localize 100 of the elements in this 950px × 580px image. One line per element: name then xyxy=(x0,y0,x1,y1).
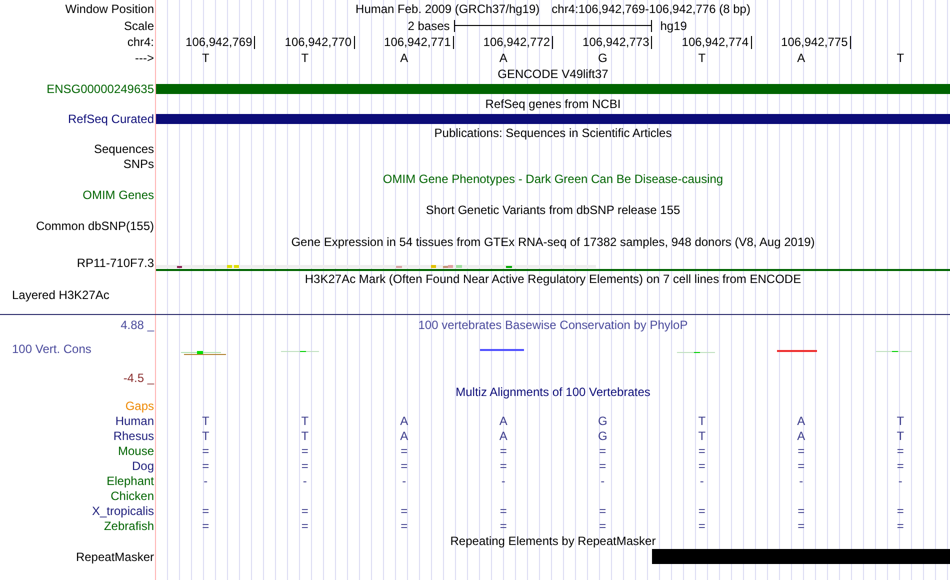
alignment-base: = xyxy=(500,460,507,472)
base-letter: A xyxy=(400,52,408,64)
alignment-base: T xyxy=(202,414,210,426)
ruler-tick xyxy=(552,36,553,48)
track-title: Publications: Sequences in Scientific Articles xyxy=(434,127,672,139)
track-label[interactable]: SNPs xyxy=(123,158,154,170)
axis-max-label: 4.88 _ xyxy=(120,319,154,331)
alignment-base: = xyxy=(500,444,507,456)
row-label: ---> xyxy=(135,52,154,64)
base-letter: T xyxy=(698,52,706,64)
row-label: Scale xyxy=(124,20,154,32)
alignment-base: = xyxy=(896,460,904,472)
alignment-base: = xyxy=(202,444,210,456)
alignment-base: = xyxy=(400,444,408,456)
base-letter: T xyxy=(202,52,210,64)
track-title: GENCODE V49lift37 xyxy=(498,68,608,80)
species-label[interactable]: Dog xyxy=(132,460,154,472)
ruler-tick xyxy=(452,36,454,48)
alignment-base: = xyxy=(301,520,308,532)
alignment-base: = xyxy=(698,444,706,456)
alignment-base: - xyxy=(501,474,506,486)
alignment-base: T xyxy=(896,414,904,426)
ruler-label: 106,942,772 xyxy=(483,36,550,48)
track-title: H3K27Ac Mark (Often Found Near Active Regulatory Elements) on 7 cell lines from ENCODE xyxy=(304,273,802,285)
repeat-block[interactable] xyxy=(850,549,950,564)
alignment-base: T xyxy=(301,430,309,442)
alignment-base: = xyxy=(896,504,904,516)
track-label[interactable]: Sequences xyxy=(94,142,154,154)
ruler-tick xyxy=(750,36,752,48)
alignment-base: = xyxy=(896,520,904,532)
position-title: chr4:106,942,769-106,942,776 (8 bp) xyxy=(552,2,750,14)
alignment-base: = xyxy=(798,504,805,516)
track-label[interactable]: Common dbSNP(155) xyxy=(36,220,154,232)
ruler-tick xyxy=(254,36,256,48)
alignment-base: G xyxy=(598,414,608,426)
alignment-base: = xyxy=(500,520,507,532)
alignment-base: = xyxy=(500,504,507,516)
ruler-label: 106,942,773 xyxy=(582,36,650,48)
track-label[interactable]: 100 Vert. Cons xyxy=(12,343,92,355)
alignment-base: - xyxy=(402,474,406,486)
row-label: Window Position xyxy=(65,2,154,14)
track-title: 100 vertebrates Basewise Conservation by PhyloP xyxy=(418,319,688,331)
ruler-label: 106,942,771 xyxy=(384,36,451,48)
species-label[interactable]: Human xyxy=(115,414,154,426)
alignment-base: = xyxy=(798,460,805,472)
alignment-base: A xyxy=(400,414,408,426)
alignment-base: - xyxy=(898,474,902,486)
alignment-base: = xyxy=(798,444,805,456)
track-label[interactable]: Layered H3K27Ac xyxy=(12,288,110,300)
species-label[interactable]: Rhesus xyxy=(113,430,154,442)
track-title: Multiz Alignments of 100 Vertebrates xyxy=(456,386,650,398)
species-label[interactable]: Mouse xyxy=(118,444,154,456)
track-label[interactable]: OMIM Genes xyxy=(82,188,154,200)
species-label[interactable]: Elephant xyxy=(106,474,154,486)
alignment-base: = xyxy=(301,504,308,516)
alignment-base: - xyxy=(700,474,704,486)
alignment-base: = xyxy=(599,460,606,472)
ruler-label: 106,942,775 xyxy=(781,36,848,48)
assembly-label: hg19 xyxy=(659,20,688,32)
alignment-base: T xyxy=(698,414,706,426)
alignment-base: A xyxy=(499,414,508,426)
alignment-base: G xyxy=(598,430,608,442)
alignment-base: = xyxy=(599,504,606,516)
assembly-title: Human Feb. 2009 (GRCh37/hg19) xyxy=(356,2,540,14)
track-label[interactable]: RepeatMasker xyxy=(76,550,154,562)
alignment-base: T xyxy=(698,430,706,442)
axis-min-label: -4.5 _ xyxy=(123,372,154,384)
alignment-base: = xyxy=(599,520,606,532)
track-label[interactable]: RefSeq Curated xyxy=(68,113,154,125)
ruler-label: 106,942,769 xyxy=(186,36,252,48)
alignment-base: = xyxy=(698,460,706,472)
base-letter: A xyxy=(797,52,806,64)
species-label[interactable]: X_tropicalis xyxy=(92,504,154,516)
alignment-base: = xyxy=(202,504,210,516)
alignment-base: = xyxy=(599,444,606,456)
alignment-base: T xyxy=(301,414,309,426)
gene-bar[interactable] xyxy=(156,84,950,94)
alignment-base: = xyxy=(698,520,706,532)
ruler-label: 106,942,774 xyxy=(682,36,748,48)
alignment-base: = xyxy=(896,444,904,456)
alignment-base: - xyxy=(600,474,605,486)
species-label[interactable]: Zebrafish xyxy=(104,520,154,532)
alignment-base: = xyxy=(798,520,805,532)
alignment-base: - xyxy=(799,474,804,486)
repeat-block[interactable] xyxy=(652,549,752,564)
alignment-base: = xyxy=(301,444,308,456)
species-label[interactable]: Chicken xyxy=(110,490,154,502)
track-label[interactable]: RP11-710F7.3 xyxy=(76,257,154,269)
ruler-tick xyxy=(850,36,851,48)
alignment-base: = xyxy=(202,460,210,472)
gene-bar[interactable] xyxy=(156,114,950,124)
row-label: chr4: xyxy=(127,36,154,48)
track-label[interactable]: ENSG00000249635 xyxy=(46,83,154,95)
alignment-base: = xyxy=(400,520,408,532)
base-letter: A xyxy=(499,52,508,64)
ruler-tick xyxy=(651,36,652,48)
base-letter: T xyxy=(301,52,309,64)
track-title: RefSeq genes from NCBI xyxy=(485,98,621,110)
alignment-base: T xyxy=(896,430,904,442)
alignment-base: A xyxy=(797,430,806,442)
